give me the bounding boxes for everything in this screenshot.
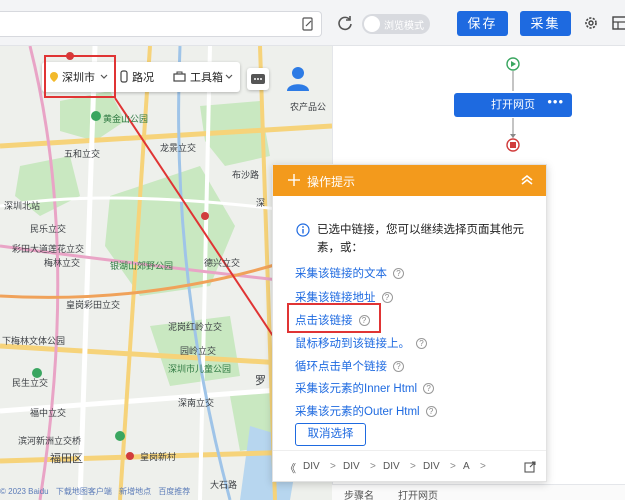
breadcrumb-item[interactable]: DIV (383, 461, 400, 472)
breadcrumb-separator: > (480, 461, 486, 472)
footer-link[interactable]: © 2023 Baidu (0, 487, 49, 496)
help-icon[interactable]: ? (423, 383, 435, 395)
tip-message: 已选中链接，您可以继续选择页面其他元素，或： (317, 224, 524, 254)
action-loop-click-link[interactable]: 循环点击单个链接? (295, 358, 404, 374)
tip-panel-title: 操作提示 (307, 175, 356, 189)
map-label: 德兴立交 (204, 258, 241, 268)
traffic-icon (120, 70, 128, 83)
url-input[interactable] (0, 11, 322, 37)
step-name-label: 步骤名 (344, 491, 374, 500)
map-label: 罗 (255, 375, 266, 387)
save-button[interactable]: 保存 (457, 11, 508, 36)
map-label: 皇岗彩田立交 (66, 300, 121, 310)
map-label: 深南立交 (178, 398, 215, 408)
map-label: 布沙路 (232, 170, 260, 180)
gear-icon[interactable] (583, 15, 599, 31)
toggle-knob (364, 16, 380, 32)
tip-panel-header[interactable]: 操作提示 (273, 165, 546, 196)
map-label: 民生立交 (12, 378, 49, 388)
edit-page-icon[interactable] (301, 17, 315, 31)
chevron-down-icon (225, 74, 233, 79)
map-label: 龙景立交 (160, 143, 197, 153)
cancel-selection-button[interactable]: 取消选择 (295, 423, 366, 446)
help-icon[interactable]: ? (381, 292, 393, 304)
map-label: 深圳市儿童公园 (168, 364, 232, 374)
action-label: 采集该元素的Outer Html (295, 406, 420, 418)
open-page-node-label: 打开网页 (491, 99, 535, 111)
breadcrumb-item[interactable]: A (463, 461, 470, 472)
breadcrumb-item[interactable]: DIV (303, 461, 320, 472)
collect-button[interactable]: 采集 (520, 11, 571, 36)
map-footer: © 2023 Baidu 下载地图客户端 新增地点 百度推荐 (0, 486, 270, 500)
help-icon[interactable]: ? (393, 268, 404, 280)
map-label: 深 (256, 198, 266, 208)
map-label: 深圳北站 (4, 201, 41, 211)
info-icon (296, 223, 310, 237)
element-breadcrumb: 《 DIV > DIV > DIV > DIV > A > (273, 450, 546, 482)
node-more-button[interactable]: ••• (547, 90, 564, 114)
map-label: 福中立交 (30, 408, 67, 418)
action-collect-outer-html[interactable]: 采集该元素的Outer Html? (295, 403, 437, 419)
top-toolbar: 浏览模式 保存 采集 (0, 0, 625, 46)
browse-mode-toggle[interactable]: 浏览模式 (362, 14, 430, 34)
city-highlight-box (44, 55, 116, 98)
action-label: 采集该链接的文本 (295, 268, 387, 280)
step-properties: 步骤名 打开网页 (332, 484, 625, 500)
map-label: 下梅林文体公园 (2, 336, 66, 346)
refresh-icon[interactable] (336, 14, 354, 32)
action-hover-link[interactable]: 鼠标移动到该链接上。? (295, 335, 427, 351)
action-label: 鼠标移动到该链接上。 (295, 338, 410, 350)
breadcrumb-item[interactable]: DIV (343, 461, 360, 472)
action-collect-inner-html[interactable]: 采集该元素的Inner Html? (295, 380, 435, 396)
breadcrumb-separator: > (450, 461, 456, 472)
map-more-button[interactable] (247, 68, 269, 90)
toolbox-icon (173, 71, 186, 82)
help-icon[interactable]: ? (425, 406, 437, 418)
map-label: 彩田大道莲花立交 (12, 244, 85, 254)
operation-tip-panel: 操作提示 已选中链接，您可以继续选择页面其他元素，或： 采集该链接的文本? 采集… (272, 164, 547, 482)
browse-mode-label: 浏览模式 (384, 21, 424, 32)
external-link-icon[interactable] (524, 461, 536, 473)
breadcrumb-separator: > (410, 461, 416, 472)
action-label: 循环点击单个链接 (295, 361, 387, 373)
open-page-node[interactable]: 打开网页 ••• (454, 93, 572, 117)
map-label: 泥岗红岭立交 (168, 322, 223, 332)
map-label: 五和立交 (64, 149, 101, 159)
action-label: 采集该元素的Inner Html (295, 383, 418, 395)
map-label: 黄金山公园 (103, 114, 149, 124)
map-label: 皇岗新村 (140, 452, 177, 462)
map-label: 福田区 (50, 453, 83, 465)
action-collect-link-text[interactable]: 采集该链接的文本? (295, 265, 404, 281)
user-avatar-icon[interactable] (284, 64, 312, 92)
map-label: 农产品公 (290, 102, 327, 112)
map-label: 梅林立交 (44, 258, 81, 268)
toolbox-button[interactable]: 工具箱 (190, 69, 223, 85)
click-link-highlight-box (287, 303, 381, 333)
chevron-up-icon[interactable] (520, 173, 534, 187)
footer-link[interactable]: 下载地图客户端 (56, 487, 112, 496)
help-icon[interactable]: ? (416, 338, 427, 350)
traffic-button[interactable]: 路况 (132, 69, 154, 85)
map-label: 园岭立交 (180, 346, 217, 356)
step-name-value[interactable]: 打开网页 (398, 487, 438, 500)
footer-link[interactable]: 百度推荐 (158, 487, 190, 496)
map-label: 滨河新洲立交桥 (18, 436, 82, 446)
map-label: 民乐立交 (30, 224, 67, 234)
more-icon (251, 74, 265, 84)
breadcrumb-separator: > (370, 461, 376, 472)
footer-link[interactable]: 新增地点 (119, 487, 151, 496)
help-icon[interactable]: ? (393, 361, 404, 373)
breadcrumb-start[interactable]: 《 (285, 460, 296, 476)
breadcrumb-item[interactable]: DIV (423, 461, 440, 472)
layout-icon[interactable] (612, 15, 625, 31)
breadcrumb-separator: > (330, 461, 336, 472)
map-label: 银湖山郊野公园 (110, 261, 174, 271)
move-icon[interactable] (287, 173, 301, 187)
